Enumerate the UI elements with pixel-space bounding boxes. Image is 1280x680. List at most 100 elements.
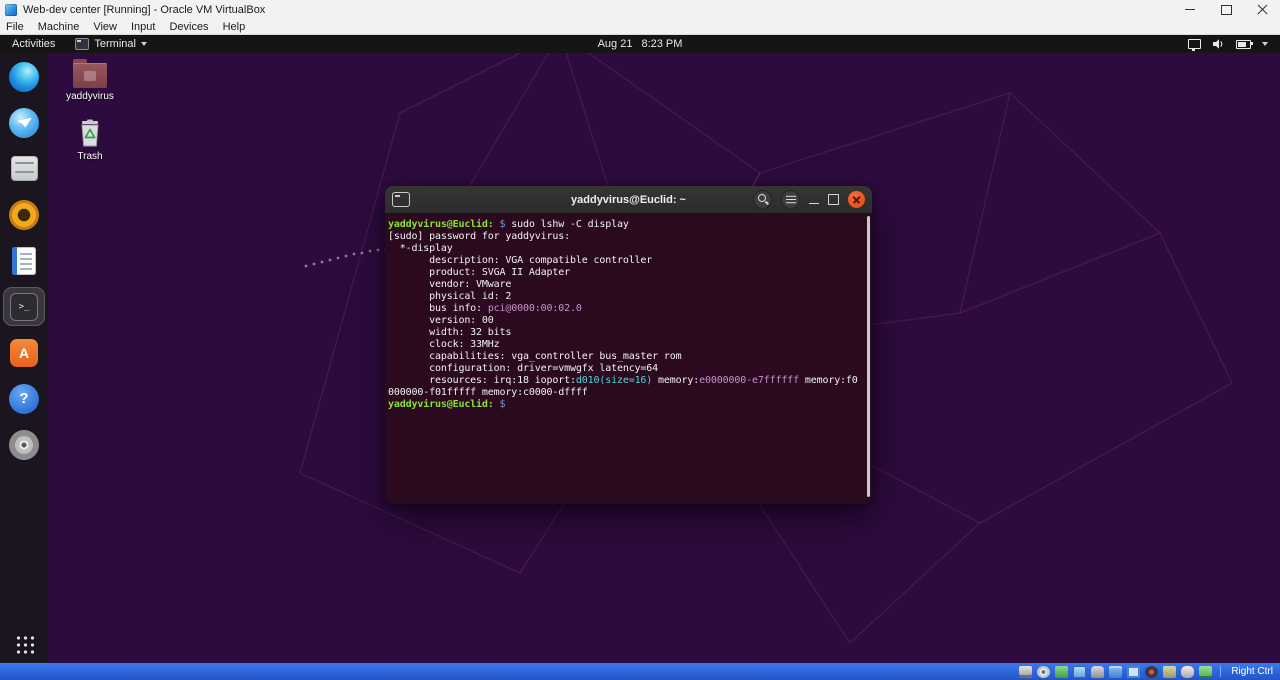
clock-time: 8:23 PM bbox=[641, 38, 682, 50]
mail-app-icon bbox=[9, 108, 39, 138]
terminal-line: yaddyvirus@Euclid: $ bbox=[388, 399, 864, 411]
display-icon[interactable] bbox=[1127, 666, 1140, 678]
terminal-line: bus info: pci@0000:00:02.0 bbox=[388, 303, 864, 315]
menu-help[interactable]: Help bbox=[216, 21, 253, 33]
terminal-scrollbar[interactable] bbox=[867, 216, 871, 497]
host-key-label: Right Ctrl bbox=[1231, 666, 1273, 677]
menu-file[interactable]: File bbox=[0, 21, 31, 33]
maximize-icon bbox=[1221, 5, 1232, 15]
video-capture-icon[interactable] bbox=[1145, 666, 1158, 678]
focused-app-label: Terminal bbox=[94, 38, 136, 50]
vbox-menubar: FileMachineViewInputDevicesHelp bbox=[0, 19, 1280, 35]
vbox-titlebar: Web-dev center [Running] - Oracle VM Vir… bbox=[0, 0, 1280, 19]
maximize-button[interactable] bbox=[1208, 0, 1244, 19]
clock-button[interactable]: Aug 21 8:23 PM bbox=[598, 35, 683, 53]
gnome-topbar: Activities Terminal Aug 21 8:23 PM bbox=[0, 35, 1280, 53]
terminal-line: [sudo] password for yaddyvirus: bbox=[388, 231, 864, 243]
terminal-line: 000000-f01fffff memory:c0000-dffff bbox=[388, 387, 864, 399]
mouse-integration-icon[interactable] bbox=[1181, 666, 1194, 678]
terminal-line: clock: 33MHz bbox=[388, 339, 864, 351]
terminal-maximize-button[interactable] bbox=[828, 194, 839, 205]
statusbar-divider bbox=[1220, 666, 1221, 677]
focused-app-menu[interactable]: Terminal bbox=[67, 38, 155, 50]
volume-icon bbox=[1212, 38, 1225, 50]
terminal-mini-icon bbox=[75, 38, 89, 50]
desktop-icon-label: yaddyvirus bbox=[66, 91, 114, 102]
dock-item-terminal-app[interactable] bbox=[4, 288, 44, 325]
show-applications-button[interactable] bbox=[14, 633, 35, 654]
vbox-window-controls bbox=[1172, 0, 1280, 19]
minimize-icon bbox=[1185, 9, 1195, 10]
terminal-headerbar[interactable]: yaddyvirus@Euclid: ~ bbox=[385, 186, 872, 214]
terminal-close-button[interactable] bbox=[848, 191, 865, 208]
menu-devices[interactable]: Devices bbox=[162, 21, 215, 33]
terminal-window: yaddyvirus@Euclid: ~ yaddyvirus@Euclid: … bbox=[385, 186, 872, 504]
terminal-app-icon bbox=[10, 293, 38, 321]
activities-button[interactable]: Activities bbox=[0, 38, 67, 50]
edge-browser-icon bbox=[9, 62, 39, 92]
close-button[interactable] bbox=[1244, 0, 1280, 19]
dock-item-files-app[interactable] bbox=[4, 150, 44, 187]
network-icon bbox=[1188, 39, 1201, 49]
terminal-line: description: VGA compatible controller bbox=[388, 255, 864, 267]
dock-item-libreoffice-writer[interactable] bbox=[4, 242, 44, 279]
shared-folders-icon[interactable] bbox=[1109, 666, 1122, 678]
desktop-icon-label: Trash bbox=[77, 151, 102, 162]
hard-disks-icon[interactable] bbox=[1019, 666, 1032, 678]
audio-icon[interactable] bbox=[1055, 666, 1068, 678]
ubuntu-software-icon bbox=[10, 339, 38, 367]
terminal-output[interactable]: yaddyvirus@Euclid: $ sudo lshw -C displa… bbox=[385, 213, 872, 504]
minimize-button[interactable] bbox=[1172, 0, 1208, 19]
menu-machine[interactable]: Machine bbox=[31, 21, 87, 33]
dock-item-media-player[interactable] bbox=[4, 426, 44, 463]
desktop-icon-trash[interactable]: Trash bbox=[62, 119, 118, 162]
vm-screen: Activities Terminal Aug 21 8:23 PM bbox=[0, 35, 1280, 663]
terminal-line: resources: irq:18 ioport:d010(size=16) m… bbox=[388, 375, 864, 387]
terminal-line: version: 00 bbox=[388, 315, 864, 327]
files-app-icon bbox=[11, 156, 38, 181]
media-player-icon bbox=[9, 430, 39, 460]
keyboard-icon[interactable] bbox=[1199, 666, 1212, 678]
dock-item-camera-app[interactable] bbox=[4, 196, 44, 233]
features-icon[interactable] bbox=[1163, 666, 1176, 678]
terminal-line: vendor: VMware bbox=[388, 279, 864, 291]
terminal-line: width: 32 bits bbox=[388, 327, 864, 339]
dock-item-edge-browser[interactable] bbox=[4, 58, 44, 95]
system-menu[interactable] bbox=[1188, 35, 1280, 53]
terminal-title: yaddyvirus@Euclid: ~ bbox=[571, 194, 686, 206]
folder-icon bbox=[73, 63, 107, 88]
hamburger-menu-button[interactable] bbox=[781, 190, 800, 209]
dock bbox=[0, 53, 48, 663]
network-icon[interactable] bbox=[1073, 666, 1086, 678]
usb-icon[interactable] bbox=[1091, 666, 1104, 678]
new-tab-button[interactable] bbox=[392, 192, 410, 207]
trash-icon bbox=[77, 119, 103, 148]
chevron-down-icon bbox=[141, 42, 147, 46]
optical-drives-icon[interactable] bbox=[1037, 666, 1050, 678]
close-icon bbox=[1257, 4, 1268, 15]
dock-item-mail-app[interactable] bbox=[4, 104, 44, 141]
terminal-line: physical id: 2 bbox=[388, 291, 864, 303]
terminal-line: product: SVGA II Adapter bbox=[388, 267, 864, 279]
desktop-icon-yaddyvirus[interactable]: yaddyvirus bbox=[62, 59, 118, 102]
menu-input[interactable]: Input bbox=[124, 21, 162, 33]
camera-app-icon bbox=[9, 200, 39, 230]
clock-date: Aug 21 bbox=[598, 38, 633, 50]
menu-view[interactable]: View bbox=[86, 21, 124, 33]
vbox-statusbar: Right Ctrl bbox=[0, 663, 1280, 680]
terminal-line: yaddyvirus@Euclid: $ sudo lshw -C displa… bbox=[388, 219, 864, 231]
battery-icon bbox=[1236, 40, 1251, 49]
desktop[interactable]: yaddyvirus Trash yaddyvirus@Euclid: ~ bbox=[0, 53, 1280, 663]
terminal-line: capabilities: vga_controller bus_master … bbox=[388, 351, 864, 363]
dock-item-ubuntu-software[interactable] bbox=[4, 334, 44, 371]
virtualbox-app-icon bbox=[5, 4, 17, 16]
terminal-line: *-display bbox=[388, 243, 864, 255]
vbox-status-icons bbox=[1019, 666, 1212, 678]
dock-items bbox=[4, 58, 44, 463]
search-button[interactable] bbox=[753, 190, 772, 209]
system-chevron-down-icon bbox=[1262, 42, 1268, 46]
libreoffice-writer-icon bbox=[12, 247, 36, 275]
dock-item-help-app[interactable] bbox=[4, 380, 44, 417]
desktop-icons: yaddyvirus Trash bbox=[62, 59, 118, 162]
terminal-minimize-button[interactable] bbox=[809, 203, 819, 205]
